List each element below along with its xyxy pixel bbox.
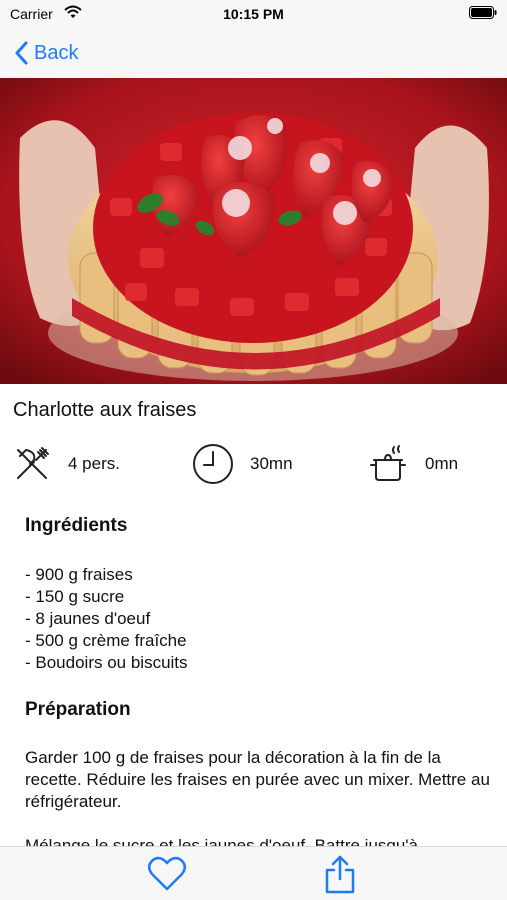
status-time: 10:15 PM xyxy=(223,6,284,22)
share-icon xyxy=(325,855,355,894)
chevron-left-icon xyxy=(15,41,28,65)
share-button[interactable] xyxy=(318,853,362,895)
bottom-toolbar xyxy=(0,846,507,900)
ingredient-item: - 150 g sucre xyxy=(25,587,125,606)
ingredients-list: - 900 g fraises - 150 g sucre - 8 jaunes… xyxy=(25,564,188,674)
ingredient-item: - 8 jaunes d'oeuf xyxy=(25,609,151,628)
recipe-photo xyxy=(0,78,507,384)
recipe-meta-row: 4 pers. 30mn 0mn xyxy=(0,440,507,488)
status-bar: Carrier 10:15 PM xyxy=(0,0,507,28)
fork-knife-icon xyxy=(17,447,49,479)
clock-icon xyxy=(193,444,233,484)
servings-value: 4 pers. xyxy=(68,454,120,473)
cook-time-value: 0mn xyxy=(425,454,459,473)
cooking-pot-icon xyxy=(370,445,406,481)
preparation-heading: Préparation xyxy=(25,699,131,720)
heart-icon xyxy=(148,856,186,891)
favorite-button[interactable] xyxy=(145,853,189,895)
prep-time-info: 30mn xyxy=(192,440,293,488)
ingredient-item: - Boudoirs ou biscuits xyxy=(25,653,188,672)
back-button[interactable]: Back xyxy=(14,36,78,70)
ingredient-item: - 500 g crème fraîche xyxy=(25,631,187,650)
ingredient-item: - 900 g fraises xyxy=(25,565,133,584)
prep-time-value: 30mn xyxy=(250,454,293,473)
battery-icon xyxy=(469,6,497,19)
ingredients-heading: Ingrédients xyxy=(25,515,128,536)
recipe-title: Charlotte aux fraises xyxy=(13,399,197,421)
navigation-bar: Back xyxy=(0,28,507,78)
strawberry-charlotte-image xyxy=(0,78,507,384)
cook-time-info: 0mn xyxy=(367,440,458,488)
back-label: Back xyxy=(34,41,79,64)
servings-info: 4 pers. xyxy=(12,440,120,488)
preparation-paragraph: Garder 100 g de fraises pour la décorati… xyxy=(25,748,490,811)
